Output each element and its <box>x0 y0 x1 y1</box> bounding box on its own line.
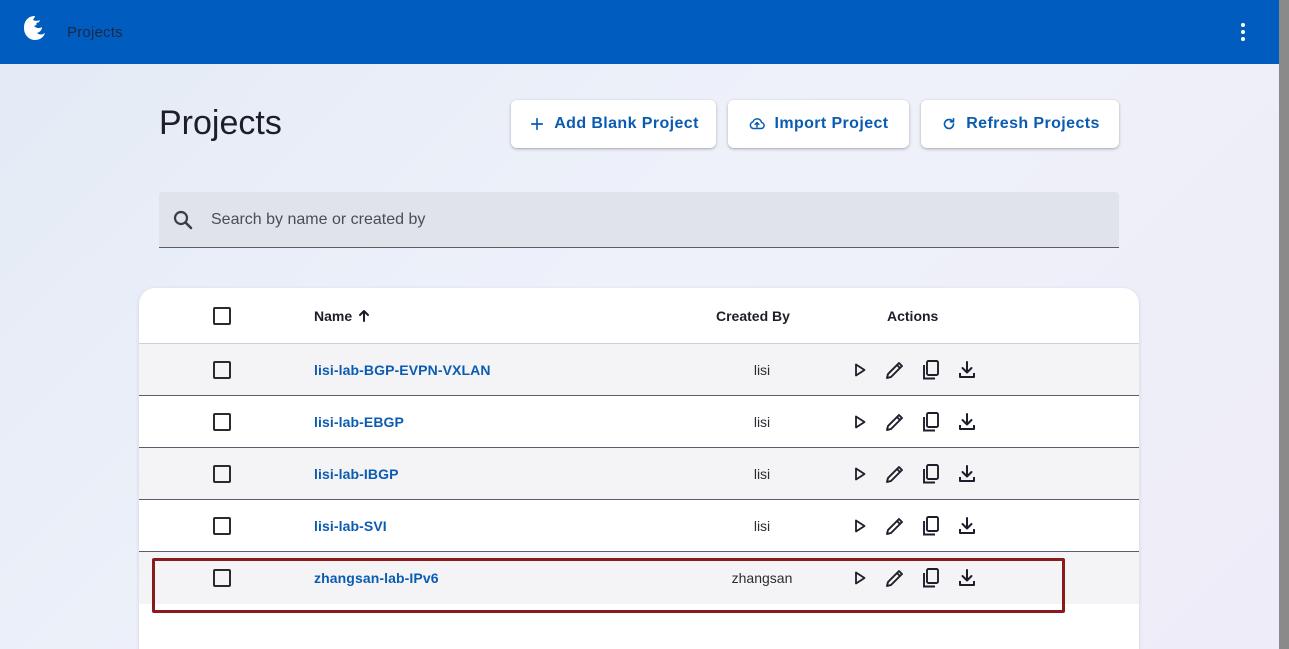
row-checkbox[interactable] <box>213 569 231 587</box>
refresh-projects-button[interactable]: Refresh Projects <box>921 100 1119 148</box>
project-name-link[interactable]: lisi-lab-SVI <box>314 518 387 534</box>
run-project-button[interactable] <box>847 358 871 382</box>
more-vert-icon[interactable] <box>1231 20 1255 44</box>
app-logo-icon[interactable] <box>23 15 47 41</box>
download-icon <box>959 517 975 534</box>
search-input[interactable] <box>211 206 1091 234</box>
edit-pencil-icon <box>886 414 903 431</box>
project-name-link[interactable]: lisi-lab-EBGP <box>314 414 404 430</box>
page: Projects Projects Add Blank Project Impo… <box>0 0 1279 649</box>
download-project-button[interactable] <box>955 514 979 538</box>
edit-project-button[interactable] <box>883 566 907 590</box>
download-project-button[interactable] <box>955 410 979 434</box>
page-title: Projects <box>159 104 282 142</box>
copy-project-button[interactable] <box>919 410 943 434</box>
edit-pencil-icon <box>886 466 903 483</box>
edit-project-button[interactable] <box>883 358 907 382</box>
search-icon <box>173 210 193 230</box>
edit-project-button[interactable] <box>883 410 907 434</box>
download-icon <box>959 569 975 586</box>
import-project-label: Import Project <box>774 115 889 132</box>
project-name-link[interactable]: zhangsan-lab-IPv6 <box>314 570 439 586</box>
top-app-bar: Projects <box>0 0 1279 64</box>
play-icon <box>855 571 866 585</box>
table-row: lisi-lab-IBGP lisi <box>139 448 1139 500</box>
refresh-projects-label: Refresh Projects <box>966 115 1100 132</box>
refresh-icon <box>943 117 955 130</box>
created-by-value: lisi <box>753 466 771 482</box>
column-name-label: Name <box>314 308 353 324</box>
topbar-title: Projects <box>67 24 123 41</box>
import-project-button[interactable]: Import Project <box>728 100 909 148</box>
project-name-link[interactable]: lisi-lab-BGP-EVPN-VXLAN <box>314 362 491 378</box>
select-all-checkbox[interactable] <box>213 307 231 325</box>
row-checkbox[interactable] <box>213 465 231 483</box>
table-row: lisi-lab-SVI lisi <box>139 500 1139 552</box>
plus-icon <box>531 117 544 131</box>
copy-project-button[interactable] <box>919 566 943 590</box>
table-row: lisi-lab-EBGP lisi <box>139 396 1139 448</box>
projects-table: Name Created By Actions lisi-lab-BGP-EVP… <box>139 288 1139 649</box>
play-icon <box>855 519 866 533</box>
copy-icon <box>923 516 939 536</box>
add-blank-project-button[interactable]: Add Blank Project <box>511 100 716 148</box>
edit-pencil-icon <box>886 518 903 535</box>
table-header: Name Created By Actions <box>139 288 1139 344</box>
copy-icon <box>923 412 939 432</box>
edit-pencil-icon <box>886 570 903 587</box>
copy-icon <box>923 360 939 380</box>
copy-project-button[interactable] <box>919 358 943 382</box>
column-header-actions: Actions <box>887 308 939 324</box>
download-project-button[interactable] <box>955 566 979 590</box>
edit-pencil-icon <box>886 362 903 379</box>
column-header-created-by[interactable]: Created By <box>716 308 790 324</box>
project-name-link[interactable]: lisi-lab-IBGP <box>314 466 399 482</box>
download-icon <box>959 361 975 378</box>
row-checkbox[interactable] <box>213 517 231 535</box>
created-by-value: lisi <box>753 362 771 378</box>
run-project-button[interactable] <box>847 514 871 538</box>
play-icon <box>855 363 866 377</box>
cloud-upload-icon <box>750 118 766 130</box>
copy-project-button[interactable] <box>919 514 943 538</box>
copy-icon <box>923 464 939 484</box>
arrow-up-icon <box>359 310 370 322</box>
row-checkbox[interactable] <box>213 413 231 431</box>
column-header-name[interactable]: Name <box>314 308 372 324</box>
created-by-value: zhangsan <box>731 570 793 586</box>
created-by-value: lisi <box>753 518 771 534</box>
table-row: zhangsan-lab-IPv6 zhangsan <box>139 552 1139 604</box>
row-checkbox[interactable] <box>213 361 231 379</box>
download-project-button[interactable] <box>955 462 979 486</box>
add-blank-project-label: Add Blank Project <box>554 115 699 132</box>
search-field <box>159 192 1119 248</box>
play-icon <box>855 415 866 429</box>
table-row: lisi-lab-BGP-EVPN-VXLAN lisi <box>139 344 1139 396</box>
play-icon <box>855 467 866 481</box>
download-icon <box>959 465 975 482</box>
run-project-button[interactable] <box>847 566 871 590</box>
run-project-button[interactable] <box>847 462 871 486</box>
edit-project-button[interactable] <box>883 462 907 486</box>
download-icon <box>959 413 975 430</box>
edit-project-button[interactable] <box>883 514 907 538</box>
run-project-button[interactable] <box>847 410 871 434</box>
created-by-value: lisi <box>753 414 771 430</box>
copy-icon <box>923 568 939 588</box>
download-project-button[interactable] <box>955 358 979 382</box>
copy-project-button[interactable] <box>919 462 943 486</box>
